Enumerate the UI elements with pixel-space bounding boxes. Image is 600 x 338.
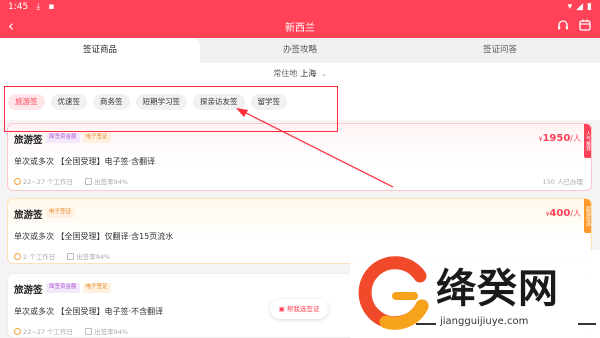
approval-rate: 出签率94% [85,326,128,336]
tab-bar: 签证商品 办签攻略 签证问答 [0,38,600,63]
product-meta: 2 个工作日 出签率94% [14,251,110,261]
wifi-icon: ▾ [567,2,573,12]
download-icon: ⤓ [36,2,41,12]
product-tag: 面签资金额 [46,283,80,293]
product-description: 单次或多次 【全国受理】电子签·含翻译 [14,157,156,166]
product-description: 单次或多次 【全国受理】电子签·不含翻译 [14,307,164,316]
help-choose-visa-button[interactable]: ▣ 帮我选签证 [270,299,328,319]
product-title: 旅游签 [14,135,43,146]
chevron-down-icon: ⌄ [320,70,327,78]
annotation-highlight-box [4,86,338,132]
product-ribbon: 人气推荐 [584,124,591,158]
status-time: 1:45 [8,2,29,12]
product-title: 旅游签 [14,210,43,221]
watermark-line-left [416,323,436,325]
processing-time: 2 个工作日 [14,251,55,261]
approval-rate: 出签率94% [67,251,110,261]
rate-icon [85,178,93,185]
tab-visa-products[interactable]: 签证商品 [0,38,200,63]
product-card[interactable]: 旅游签 面签资金额 电子签证 ¥1950/人 单次或多次 【全国受理】电子签·含… [7,123,592,191]
processing-time: 22~27 个工作日 [14,326,73,336]
clock-icon [14,328,21,335]
watermark-line-right [578,323,596,325]
processing-time: 22~27 个工作日 [14,176,73,186]
product-meta: 22~27 个工作日 出签率94% [14,326,128,336]
residence-city: 上海 [300,69,317,78]
clock-icon [14,253,21,260]
product-ribbon: 超值优选 [584,199,591,233]
rate-icon [85,328,93,335]
product-tag: 电子签证 [46,208,75,218]
residence-label: 常住地 [273,69,298,78]
product-tag: 面签资金额 [46,133,80,143]
product-meta: 22~27 个工作日 出签率94% [14,176,128,186]
product-description: 单次或多次 【全国受理】仅翻译·含15页流水 [14,232,174,241]
headset-icon[interactable] [556,18,570,32]
status-bar: 1:45 ⤓ ▪ ▾ ◢ ▮ [0,0,600,14]
booked-count: 150 人已办理 [542,178,583,186]
watermark-text: 绛癸网 [436,266,559,312]
rate-icon [67,253,75,260]
product-title: 旅游签 [14,285,43,296]
product-price: ¥1950/人 [538,133,581,144]
approval-rate: 出签率94% [85,176,128,186]
clock-icon [14,178,21,185]
residence-selector[interactable]: 常住地 上海 ⌄ [0,63,600,85]
notification-icon: ▪ [48,2,55,12]
product-tag: 电子签证 [82,133,111,143]
watermark-url: jiangguijiuye.com [440,316,529,327]
tab-visa-qa[interactable]: 签证问答 [400,38,600,63]
app-bar: ‹ 新西兰 [0,14,600,38]
calendar-icon[interactable] [578,18,592,32]
tab-visa-guide[interactable]: 办签攻略 [200,38,400,63]
product-tag: 电子签证 [82,283,111,293]
battery-icon: ▮ [587,2,592,12]
signal-icon: ◢ [576,2,584,12]
page-title: 新西兰 [285,23,315,34]
watermark: 绛癸网 jiangguijiuye.com [350,250,600,338]
clipboard-icon: ▣ [278,305,285,313]
product-price: ¥400/人 [545,208,581,219]
